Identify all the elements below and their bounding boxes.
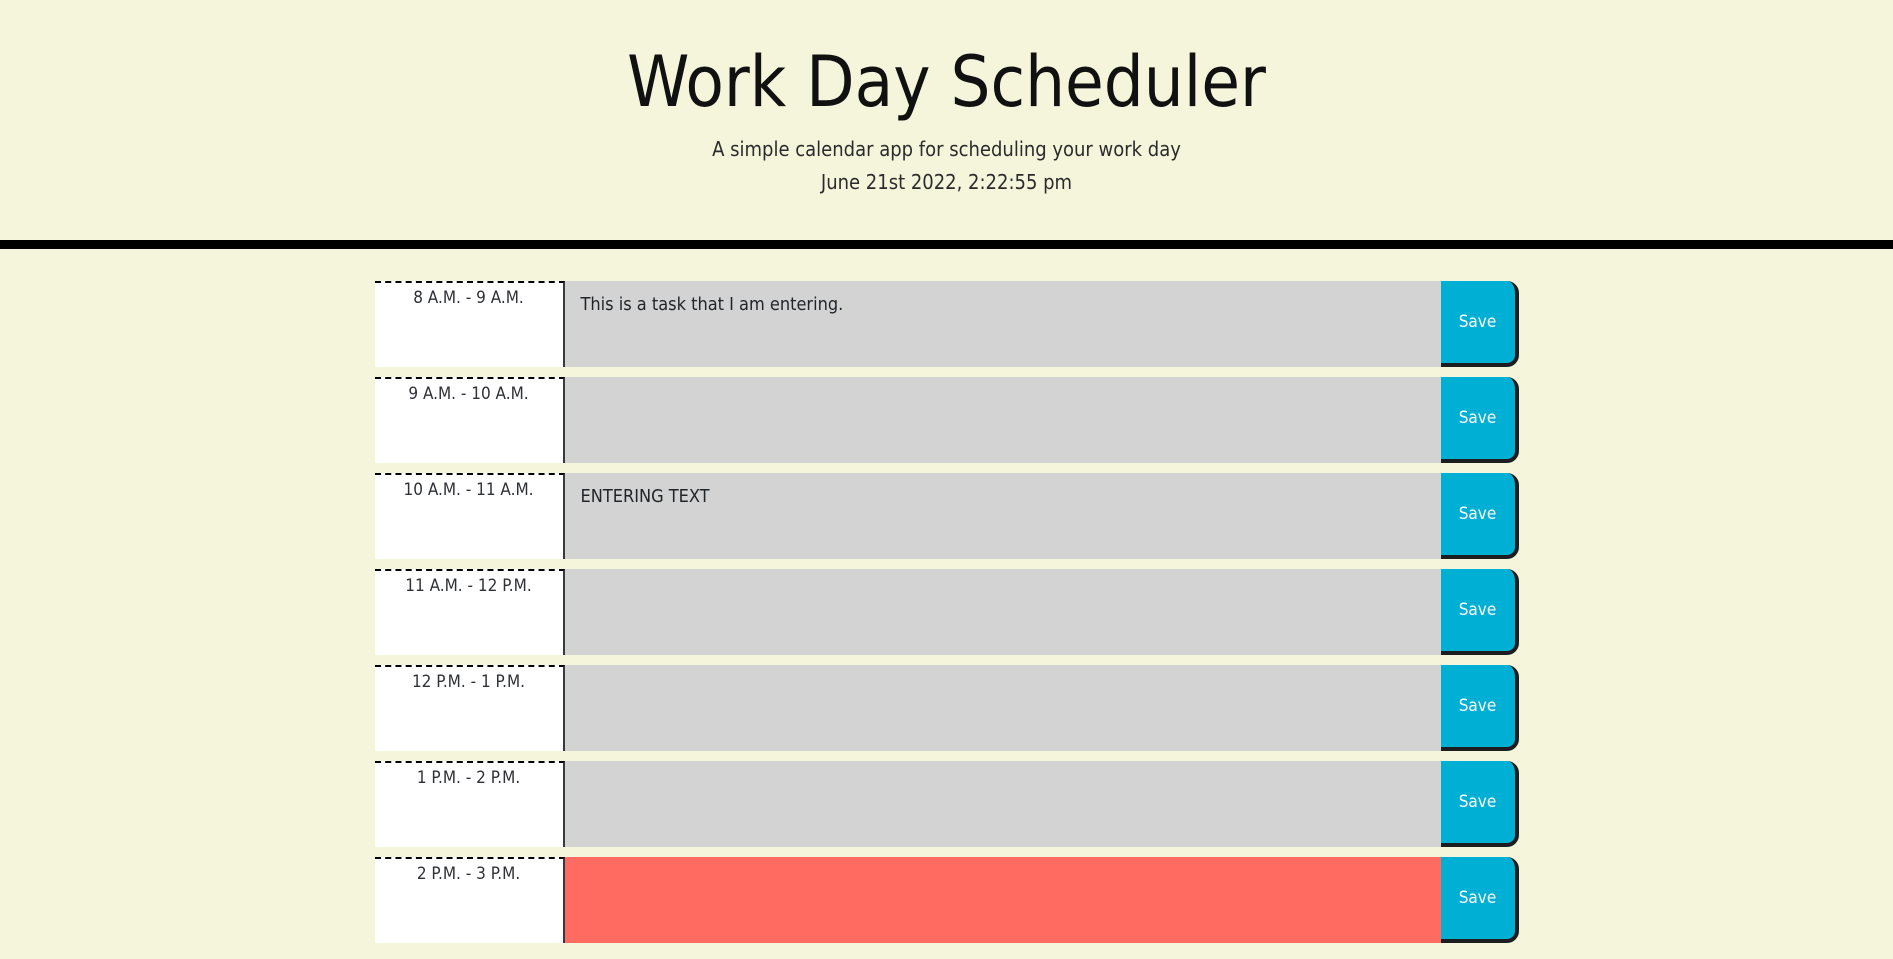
task-input[interactable] xyxy=(564,569,1441,655)
save-button[interactable]: Save xyxy=(1440,377,1519,463)
page-title: Work Day Scheduler xyxy=(627,41,1266,123)
time-block-row: 8 A.M. - 9 A.M. Save xyxy=(374,281,1519,367)
current-day-display: June 21st 2022, 2:22:55 pm xyxy=(820,170,1073,194)
time-block-hour-label: 11 A.M. - 12 P.M. xyxy=(374,569,565,655)
save-button[interactable]: Save xyxy=(1440,857,1519,943)
save-button[interactable]: Save xyxy=(1440,761,1519,847)
time-block-hour-label: 12 P.M. - 1 P.M. xyxy=(374,665,565,751)
save-button[interactable]: Save xyxy=(1440,569,1519,655)
time-block-row: 9 A.M. - 10 A.M. Save xyxy=(374,377,1519,463)
time-block-row: 1 P.M. - 2 P.M. Save xyxy=(374,761,1519,847)
save-button[interactable]: Save xyxy=(1440,665,1519,751)
task-input[interactable] xyxy=(564,857,1441,943)
time-block-row: 11 A.M. - 12 P.M. Save xyxy=(374,569,1519,655)
time-block-row: 2 P.M. - 3 P.M. Save xyxy=(374,857,1519,943)
time-block-row: 10 A.M. - 11 A.M. Save xyxy=(374,473,1519,559)
page-header: Work Day Scheduler A simple calendar app… xyxy=(0,0,1893,249)
save-button[interactable]: Save xyxy=(1440,473,1519,559)
save-button[interactable]: Save xyxy=(1440,281,1519,367)
task-input[interactable] xyxy=(564,665,1441,751)
time-block-hour-label: 8 A.M. - 9 A.M. xyxy=(374,281,565,367)
task-input[interactable] xyxy=(564,473,1441,559)
page-subtitle: A simple calendar app for scheduling you… xyxy=(712,137,1181,161)
time-block-row: 12 P.M. - 1 P.M. Save xyxy=(374,665,1519,751)
time-block-hour-label: 1 P.M. - 2 P.M. xyxy=(374,761,565,847)
task-input[interactable] xyxy=(564,377,1441,463)
time-block-list: 8 A.M. - 9 A.M.Save9 A.M. - 10 A.M.Save1… xyxy=(374,281,1519,943)
time-block-hour-label: 10 A.M. - 11 A.M. xyxy=(374,473,565,559)
task-input[interactable] xyxy=(564,761,1441,847)
time-block-hour-label: 2 P.M. - 3 P.M. xyxy=(374,857,565,943)
time-block-hour-label: 9 A.M. - 10 A.M. xyxy=(374,377,565,463)
scheduler-container: 8 A.M. - 9 A.M.Save9 A.M. - 10 A.M.Save1… xyxy=(374,249,1519,943)
task-input[interactable] xyxy=(564,281,1441,367)
